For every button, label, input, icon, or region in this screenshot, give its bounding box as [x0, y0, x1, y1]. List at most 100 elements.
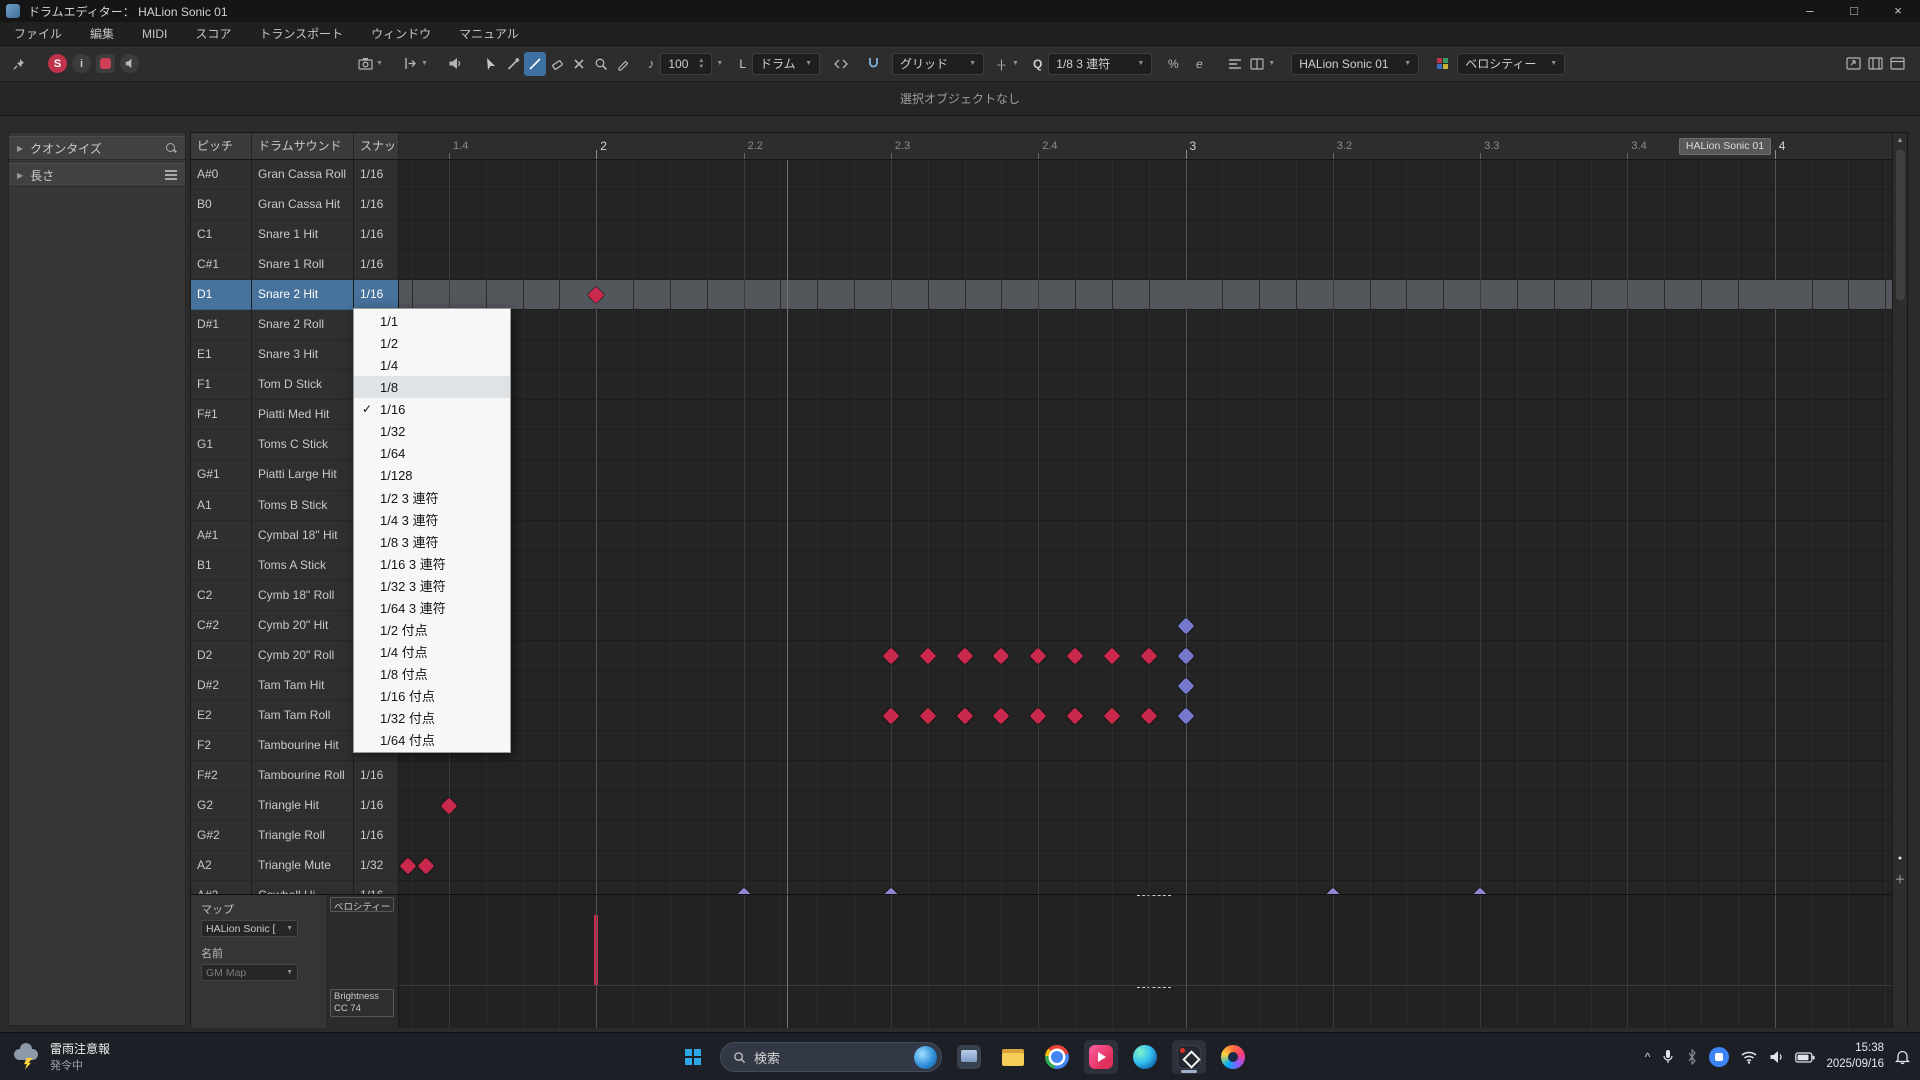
taskbar-app-media[interactable] — [1084, 1040, 1118, 1074]
lanes-dropdown-icon[interactable]: ▼ — [1268, 60, 1275, 67]
snap-menu-item[interactable]: 1/8 付点 — [354, 663, 510, 685]
menu-item[interactable]: MIDI — [142, 27, 167, 41]
select-tool[interactable] — [480, 52, 502, 76]
drum-note[interactable] — [1140, 647, 1157, 664]
snap-menu-item[interactable]: 1/16 3 連符 — [354, 553, 510, 575]
quantize-preset-select[interactable]: 1/8 3 連符 ▼ — [1048, 53, 1152, 75]
event-colors-select[interactable]: ベロシティー ▼ — [1457, 53, 1565, 75]
drum-note[interactable] — [1103, 647, 1120, 664]
eraser-tool[interactable] — [546, 52, 568, 76]
pin-icon[interactable] — [8, 52, 30, 76]
menu-item[interactable]: スコア — [195, 25, 231, 42]
drum-note[interactable] — [418, 858, 435, 875]
bluetooth-icon[interactable] — [1686, 1049, 1698, 1065]
record-feedback-button[interactable] — [96, 54, 115, 73]
velocity-dropdown-icon[interactable]: ▼ — [716, 60, 723, 67]
map-name-select[interactable]: GM Map ▼ — [201, 964, 298, 981]
taskbar-app-browser[interactable] — [1216, 1040, 1250, 1074]
vertical-scrollbar[interactable]: ▲ ● ＋ — [1892, 133, 1907, 1027]
notes-layer[interactable] — [399, 160, 1894, 894]
line-tool[interactable] — [524, 52, 546, 76]
snap-menu-item[interactable]: 1/64 — [354, 442, 510, 464]
snap-menu-item[interactable]: 1/4 3 連符 — [354, 508, 510, 530]
drum-note[interactable] — [1030, 647, 1047, 664]
cell-snap[interactable]: 1/16 — [354, 280, 399, 310]
notifications-icon[interactable] — [1895, 1049, 1910, 1065]
iterative-quantize-button[interactable]: % — [1162, 52, 1184, 76]
cell-snap[interactable]: 1/16 — [354, 761, 399, 791]
column-snap[interactable]: スナップ — [354, 133, 399, 159]
drum-note[interactable] — [1103, 708, 1120, 725]
solo-button[interactable]: S — [48, 54, 67, 73]
cell-snap[interactable]: 1/16 — [354, 160, 399, 190]
drum-note[interactable] — [1177, 647, 1194, 664]
scroll-thumb[interactable] — [1896, 150, 1905, 300]
cell-snap[interactable]: 1/16 — [354, 791, 399, 821]
menu-item[interactable]: ファイル — [14, 25, 62, 42]
snap-menu-item[interactable]: 1/128 — [354, 464, 510, 486]
wifi-icon[interactable] — [1740, 1050, 1758, 1064]
snap-menu-item[interactable]: 1/32 — [354, 420, 510, 442]
acoustic-feedback-button[interactable] — [120, 54, 139, 73]
snap-menu-item[interactable]: 1/1 — [354, 310, 510, 332]
drum-note[interactable] — [1177, 617, 1194, 634]
snap-menu-item[interactable]: ✓1/16 — [354, 398, 510, 420]
zoom-handle-icon[interactable]: ● — [1893, 855, 1907, 862]
draw-tool[interactable] — [612, 52, 634, 76]
drum-note[interactable] — [1067, 647, 1084, 664]
snap-menu-item[interactable]: 1/64 付点 — [354, 729, 510, 751]
maximize-button[interactable]: □ — [1832, 0, 1876, 22]
menu-item[interactable]: 編集 — [90, 25, 114, 42]
mute-tool[interactable] — [568, 52, 590, 76]
cell-snap[interactable]: 1/16 — [354, 190, 399, 220]
cell-snap[interactable]: 1/16 — [354, 220, 399, 250]
start-button[interactable] — [676, 1040, 710, 1074]
snap-type-dropdown-icon[interactable]: ▼ — [1012, 60, 1019, 67]
cell-snap[interactable]: 1/16 — [354, 821, 399, 851]
snap-menu-item[interactable]: 1/4 — [354, 354, 510, 376]
autoscroll-dropdown-icon[interactable]: ▼ — [421, 60, 428, 67]
battery-icon[interactable] — [1795, 1052, 1815, 1063]
zoom-in-icon[interactable]: ＋ — [1893, 871, 1907, 887]
cell-snap[interactable]: 1/16 — [354, 881, 399, 894]
drum-map-select[interactable]: HALion Sonic [ ▼ — [201, 920, 298, 937]
microphone-icon[interactable] — [1661, 1049, 1675, 1065]
menu-item[interactable]: ウィンドウ — [371, 25, 431, 42]
drum-note[interactable] — [919, 708, 936, 725]
drum-note[interactable] — [993, 708, 1010, 725]
snap-type-icon[interactable]: -|- — [990, 52, 1012, 76]
drum-note[interactable] — [993, 647, 1010, 664]
drum-note[interactable] — [1067, 708, 1084, 725]
autoscroll-icon[interactable] — [399, 52, 421, 76]
snap-menu-item[interactable]: 1/2 — [354, 332, 510, 354]
drum-note[interactable] — [1030, 708, 1047, 725]
velocity-stepper[interactable]: ▲▼ — [698, 58, 704, 70]
info-button[interactable]: i — [72, 54, 91, 73]
drum-note[interactable] — [399, 858, 416, 875]
setup-window-icon[interactable] — [1886, 52, 1908, 76]
chat-icon[interactable] — [1709, 1047, 1729, 1067]
cell-snap[interactable]: 1/16 — [354, 250, 399, 280]
grid-type-select[interactable]: グリッド ▼ — [892, 53, 984, 75]
menu-item[interactable]: トランスポート — [259, 25, 343, 42]
quantize-panel-button[interactable]: e — [1188, 52, 1210, 76]
snap-menu-item[interactable]: 1/2 3 連符 — [354, 486, 510, 508]
taskbar-app-chrome[interactable] — [1040, 1040, 1074, 1074]
zoom-tool[interactable] — [590, 52, 612, 76]
velocity-lane-tag[interactable]: ベロシティー — [330, 897, 394, 912]
drumstick-tool[interactable] — [502, 52, 524, 76]
scroll-up-icon[interactable]: ▲ — [1893, 137, 1907, 144]
controller-lanes[interactable] — [399, 895, 1894, 1028]
snap-menu-item[interactable]: 1/16 付点 — [354, 685, 510, 707]
drum-note[interactable] — [1140, 708, 1157, 725]
taskbar-app-cubase[interactable] — [1172, 1040, 1206, 1074]
snapshot-dropdown-icon[interactable]: ▼ — [376, 60, 383, 67]
length-select[interactable]: ドラム ▼ — [752, 53, 820, 75]
drum-note[interactable] — [588, 287, 605, 304]
column-pitch[interactable]: ピッチ — [191, 133, 252, 159]
minimize-button[interactable]: – — [1788, 0, 1832, 22]
column-drumsound[interactable]: ドラムサウンド — [252, 133, 354, 159]
window-zones-icon[interactable] — [1864, 52, 1886, 76]
snap-menu-item[interactable]: 1/8 — [354, 376, 510, 398]
tray-overflow-icon[interactable]: ^ — [1645, 1050, 1651, 1064]
